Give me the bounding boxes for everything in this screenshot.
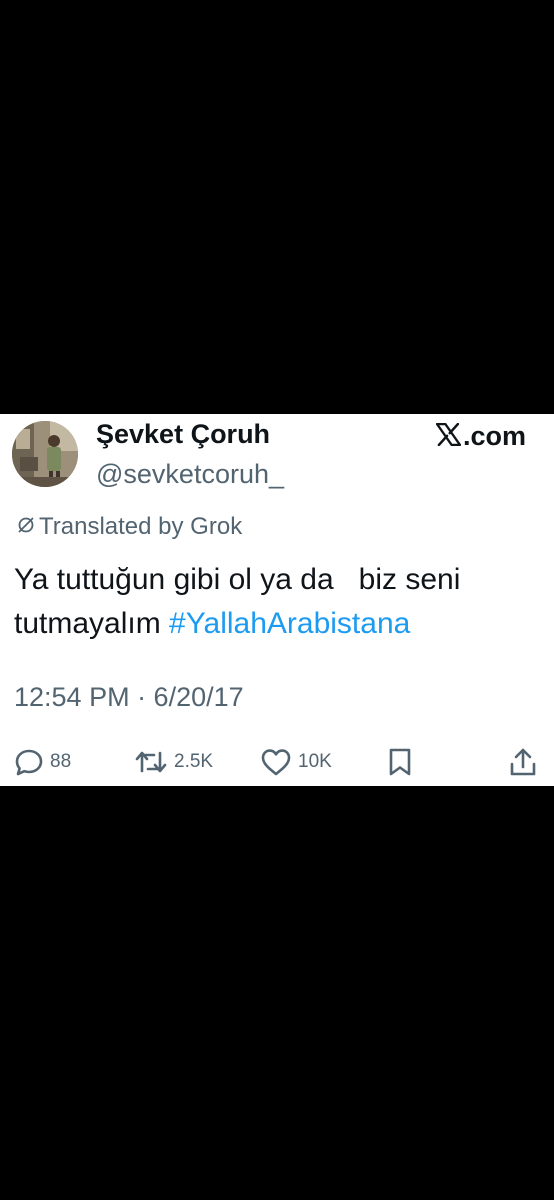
like-button[interactable]: 10K xyxy=(260,742,332,782)
author-handle[interactable]: @sevketcoruh_ xyxy=(96,459,284,490)
hashtag-link[interactable]: #YallahArabistana xyxy=(169,607,410,640)
x-logo-icon xyxy=(435,422,462,451)
author-name[interactable]: Şevket Çoruh xyxy=(96,419,270,450)
brand-watermark: .com xyxy=(435,421,526,452)
like-count: 10K xyxy=(298,751,332,772)
avatar[interactable] xyxy=(12,421,78,487)
tweet-timestamp[interactable]: 12:54 PM · 6/20/17 xyxy=(14,682,244,713)
repost-button[interactable]: 2.5K xyxy=(134,742,213,782)
like-icon xyxy=(260,747,292,777)
brand-label: .com xyxy=(462,421,526,451)
bookmark-icon xyxy=(386,747,414,777)
repost-count: 2.5K xyxy=(174,751,214,772)
share-icon xyxy=(508,747,538,777)
action-bar: 88 2.5K 10K xyxy=(0,742,554,782)
reply-icon xyxy=(14,747,44,777)
share-button[interactable] xyxy=(508,742,538,782)
translated-label: Translated by Grok xyxy=(39,513,243,540)
bookmark-button[interactable] xyxy=(386,742,414,782)
repost-icon xyxy=(134,747,168,777)
reply-button[interactable]: 88 xyxy=(14,742,71,782)
tweet-text: Ya tuttuğun gibi ol ya da biz seni tutma… xyxy=(14,558,534,646)
translated-by-row[interactable]: Translated by Grok xyxy=(17,513,242,541)
reply-count: 88 xyxy=(50,751,72,772)
translate-icon xyxy=(17,513,35,541)
